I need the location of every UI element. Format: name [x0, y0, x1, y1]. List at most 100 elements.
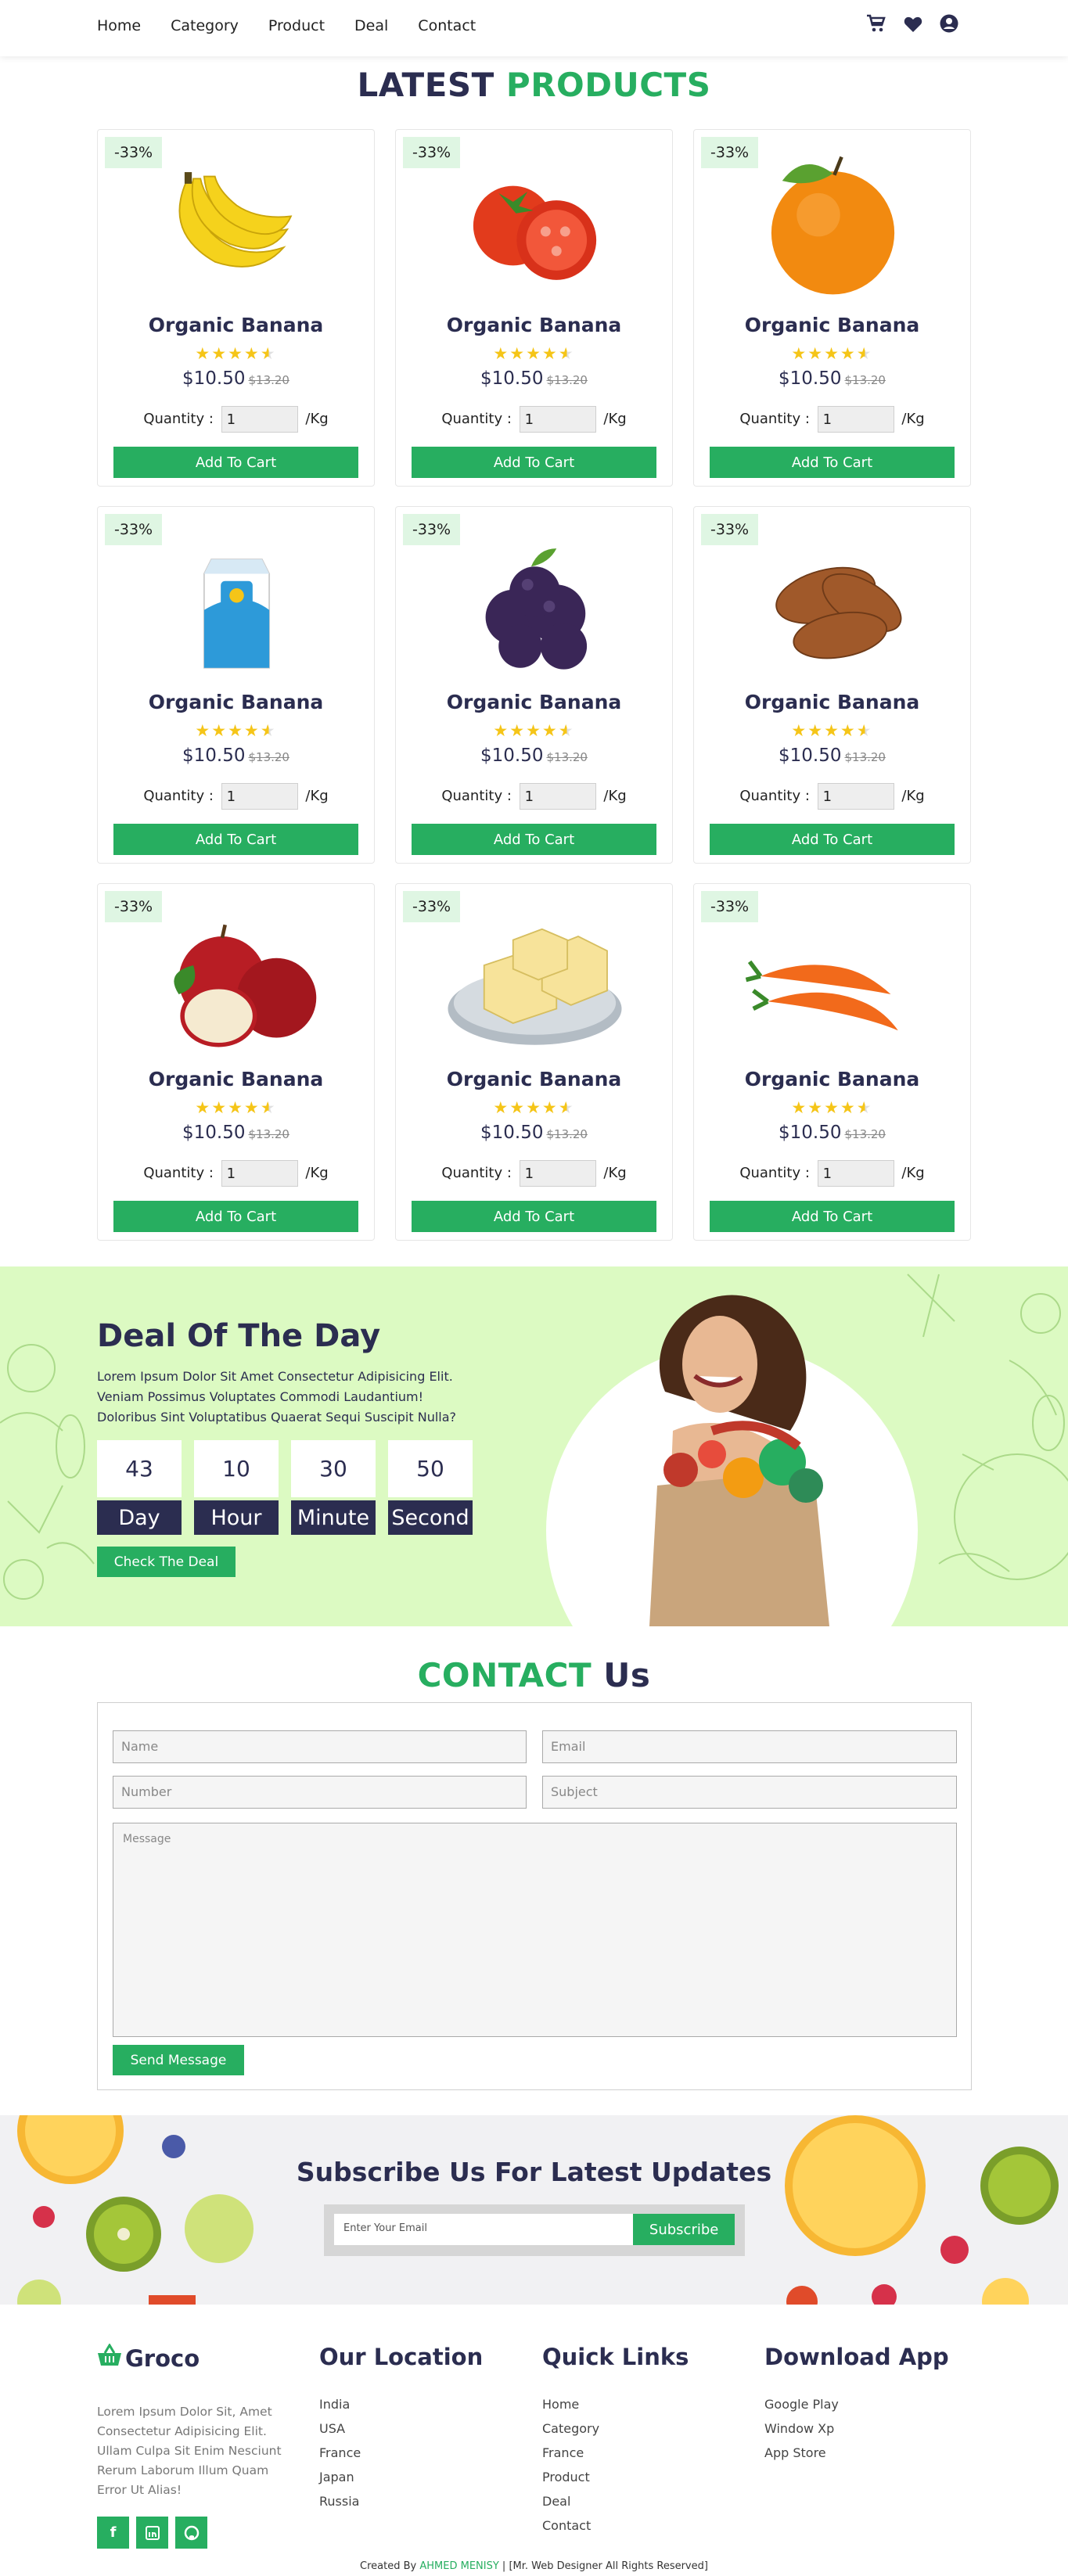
footer-app-col: Download App Google Play Window Xp App Sto… [764, 2344, 949, 2465]
add-to-cart-button[interactable]: Add To Cart [113, 1201, 358, 1232]
add-to-cart-button[interactable]: Add To Cart [710, 1201, 955, 1232]
quantity-input[interactable]: 1 [817, 783, 894, 810]
product-price: $10.50 $13.20 [480, 1123, 588, 1143]
location-title: Our Location [319, 2344, 484, 2370]
app-store-link[interactable]: Window Xp [764, 2416, 949, 2441]
add-to-cart-button[interactable]: Add To Cart [113, 447, 358, 478]
location-item[interactable]: USA [319, 2416, 483, 2441]
star-icon: ★★★★ [493, 721, 559, 740]
footer-about: Lorem Ipsum Dolor Sit, Amet Consectetur … [97, 2405, 282, 2497]
product-image[interactable] [98, 530, 376, 675]
quick-link-item[interactable]: France [542, 2441, 689, 2465]
nav-icons [866, 14, 958, 39]
product-name: Organic Banana [148, 691, 324, 713]
rating-stars: ★★★★★ [694, 344, 970, 363]
add-to-cart-button[interactable]: Add To Cart [710, 824, 955, 855]
check-deal-button[interactable]: Check The Deal [97, 1547, 236, 1577]
product-card[interactable]: -33% Organic Banana ★★★★★ $10.50 $13.20 Quant… [97, 129, 375, 487]
heart-icon[interactable] [904, 14, 922, 39]
add-to-cart-button[interactable]: Add To Cart [412, 824, 656, 855]
product-card[interactable]: -33% Organic Banana ★★★★★ $10.50 $13.20 Quant… [395, 506, 673, 864]
quantity-row: Quantity : 1 /Kg [694, 783, 970, 810]
quantity-input[interactable]: 1 [519, 783, 596, 810]
quick-link-item[interactable]: Contact [542, 2513, 689, 2538]
location-item[interactable]: India [319, 2392, 483, 2416]
copyright: Created By AHMED MENISY | [Mr. Web Desig… [360, 2560, 708, 2572]
product-card[interactable]: -33% Organic Banana ★★★★★ $10.50 $13.20 Quant… [395, 129, 673, 487]
rating-stars: ★★★★★ [98, 1098, 374, 1117]
product-card[interactable]: -33% Organic Banana ★★★★★ $10.50 $13.20 Quant… [693, 129, 971, 487]
quantity-input[interactable]: 1 [817, 406, 894, 433]
product-name: Organic Banana [744, 314, 920, 336]
subscribe-button[interactable]: Subscribe [633, 2214, 735, 2245]
quick-link-item[interactable]: Product [542, 2465, 689, 2489]
basket-icon [97, 2343, 122, 2373]
product-image[interactable] [396, 530, 674, 675]
product-image[interactable] [98, 153, 376, 298]
product-image[interactable] [396, 907, 674, 1052]
linkedin-icon[interactable] [136, 2517, 168, 2549]
quantity-input[interactable]: 1 [221, 1160, 298, 1187]
send-message-button[interactable]: Send Message [113, 2045, 244, 2075]
star-icon: ★★★★ [195, 344, 261, 363]
product-card[interactable]: -33% Organic Banana ★★★★★ $10.50 $13.20 Quant… [395, 883, 673, 1241]
product-card[interactable]: -33% Organic Banana ★★★★★ $10.50 $13.20 Quant… [693, 506, 971, 864]
half-star-icon: ★ [856, 344, 873, 363]
product-card[interactable]: -33% Organic Banana ★★★★★ $10.50 $13.20 Quant… [97, 506, 375, 864]
quantity-input[interactable]: 1 [519, 406, 596, 433]
app-store-link[interactable]: Google Play [764, 2392, 949, 2416]
half-star-icon: ★ [558, 721, 575, 740]
product-price: $10.50 $13.20 [182, 368, 289, 389]
product-grid: -33% Organic Banana ★★★★★ $10.50 $13.20 Quant… [97, 129, 971, 1241]
product-card[interactable]: -33% Organic Banana ★★★★★ $10.50 $13.20 Quant… [97, 883, 375, 1241]
footer-brand-col: Groco Lorem Ipsum Dolor Sit, Amet Consec… [97, 2343, 300, 2549]
add-to-cart-button[interactable]: Add To Cart [710, 447, 955, 478]
nav-home[interactable]: Home [97, 17, 141, 34]
product-image[interactable] [98, 907, 376, 1052]
subscribe-email-input[interactable]: Enter Your Email [334, 2214, 634, 2245]
app-store-link[interactable]: App Store [764, 2441, 949, 2465]
contact-title: CONTACT Us [417, 1656, 651, 1694]
location-item[interactable]: Japan [319, 2465, 483, 2489]
quick-link-item[interactable]: Deal [542, 2489, 689, 2513]
cart-icon[interactable] [866, 14, 886, 39]
nav-contact[interactable]: Contact [418, 17, 476, 34]
quantity-input[interactable]: 1 [519, 1160, 596, 1187]
nav-product[interactable]: Product [268, 17, 325, 34]
nav-deal[interactable]: Deal [354, 17, 388, 34]
user-icon[interactable] [940, 14, 958, 39]
quantity-input[interactable]: 1 [817, 1160, 894, 1187]
product-image[interactable] [396, 153, 674, 298]
add-to-cart-button[interactable]: Add To Cart [412, 1201, 656, 1232]
quick-link-item[interactable]: Category [542, 2416, 689, 2441]
rating-stars: ★★★★★ [98, 344, 374, 363]
number-field[interactable]: Number [113, 1776, 527, 1809]
nav-category[interactable]: Category [171, 17, 239, 34]
product-image[interactable] [694, 153, 972, 298]
location-item[interactable]: France [319, 2441, 483, 2465]
subject-field[interactable]: Subject [542, 1776, 957, 1809]
social-links: f [97, 2517, 300, 2549]
half-star-icon: ★ [558, 344, 575, 363]
name-field[interactable]: Name [113, 1730, 527, 1763]
half-star-icon: ★ [856, 721, 873, 740]
quantity-input[interactable]: 1 [221, 783, 298, 810]
quantity-input[interactable]: 1 [221, 406, 298, 433]
product-price: $10.50 $13.20 [182, 1123, 289, 1143]
rating-stars: ★★★★★ [694, 721, 970, 740]
product-name: Organic Banana [148, 1068, 324, 1090]
subscribe-form: Enter Your Email Subscribe [324, 2204, 745, 2256]
quick-link-item[interactable]: Home [542, 2392, 689, 2416]
email-field[interactable]: Email [542, 1730, 957, 1763]
location-item[interactable]: Russia [319, 2489, 483, 2513]
product-image[interactable] [694, 530, 972, 675]
star-icon: ★★★★ [791, 721, 857, 740]
github-icon[interactable] [175, 2517, 207, 2549]
facebook-icon[interactable]: f [97, 2517, 129, 2549]
footer-logo[interactable]: Groco [97, 2343, 300, 2373]
product-image[interactable] [694, 907, 972, 1052]
add-to-cart-button[interactable]: Add To Cart [412, 447, 656, 478]
message-textarea[interactable]: Message [113, 1823, 957, 2037]
product-card[interactable]: -33% Organic Banana ★★★★★ $10.50 $13.20 Quant… [693, 883, 971, 1241]
add-to-cart-button[interactable]: Add To Cart [113, 824, 358, 855]
